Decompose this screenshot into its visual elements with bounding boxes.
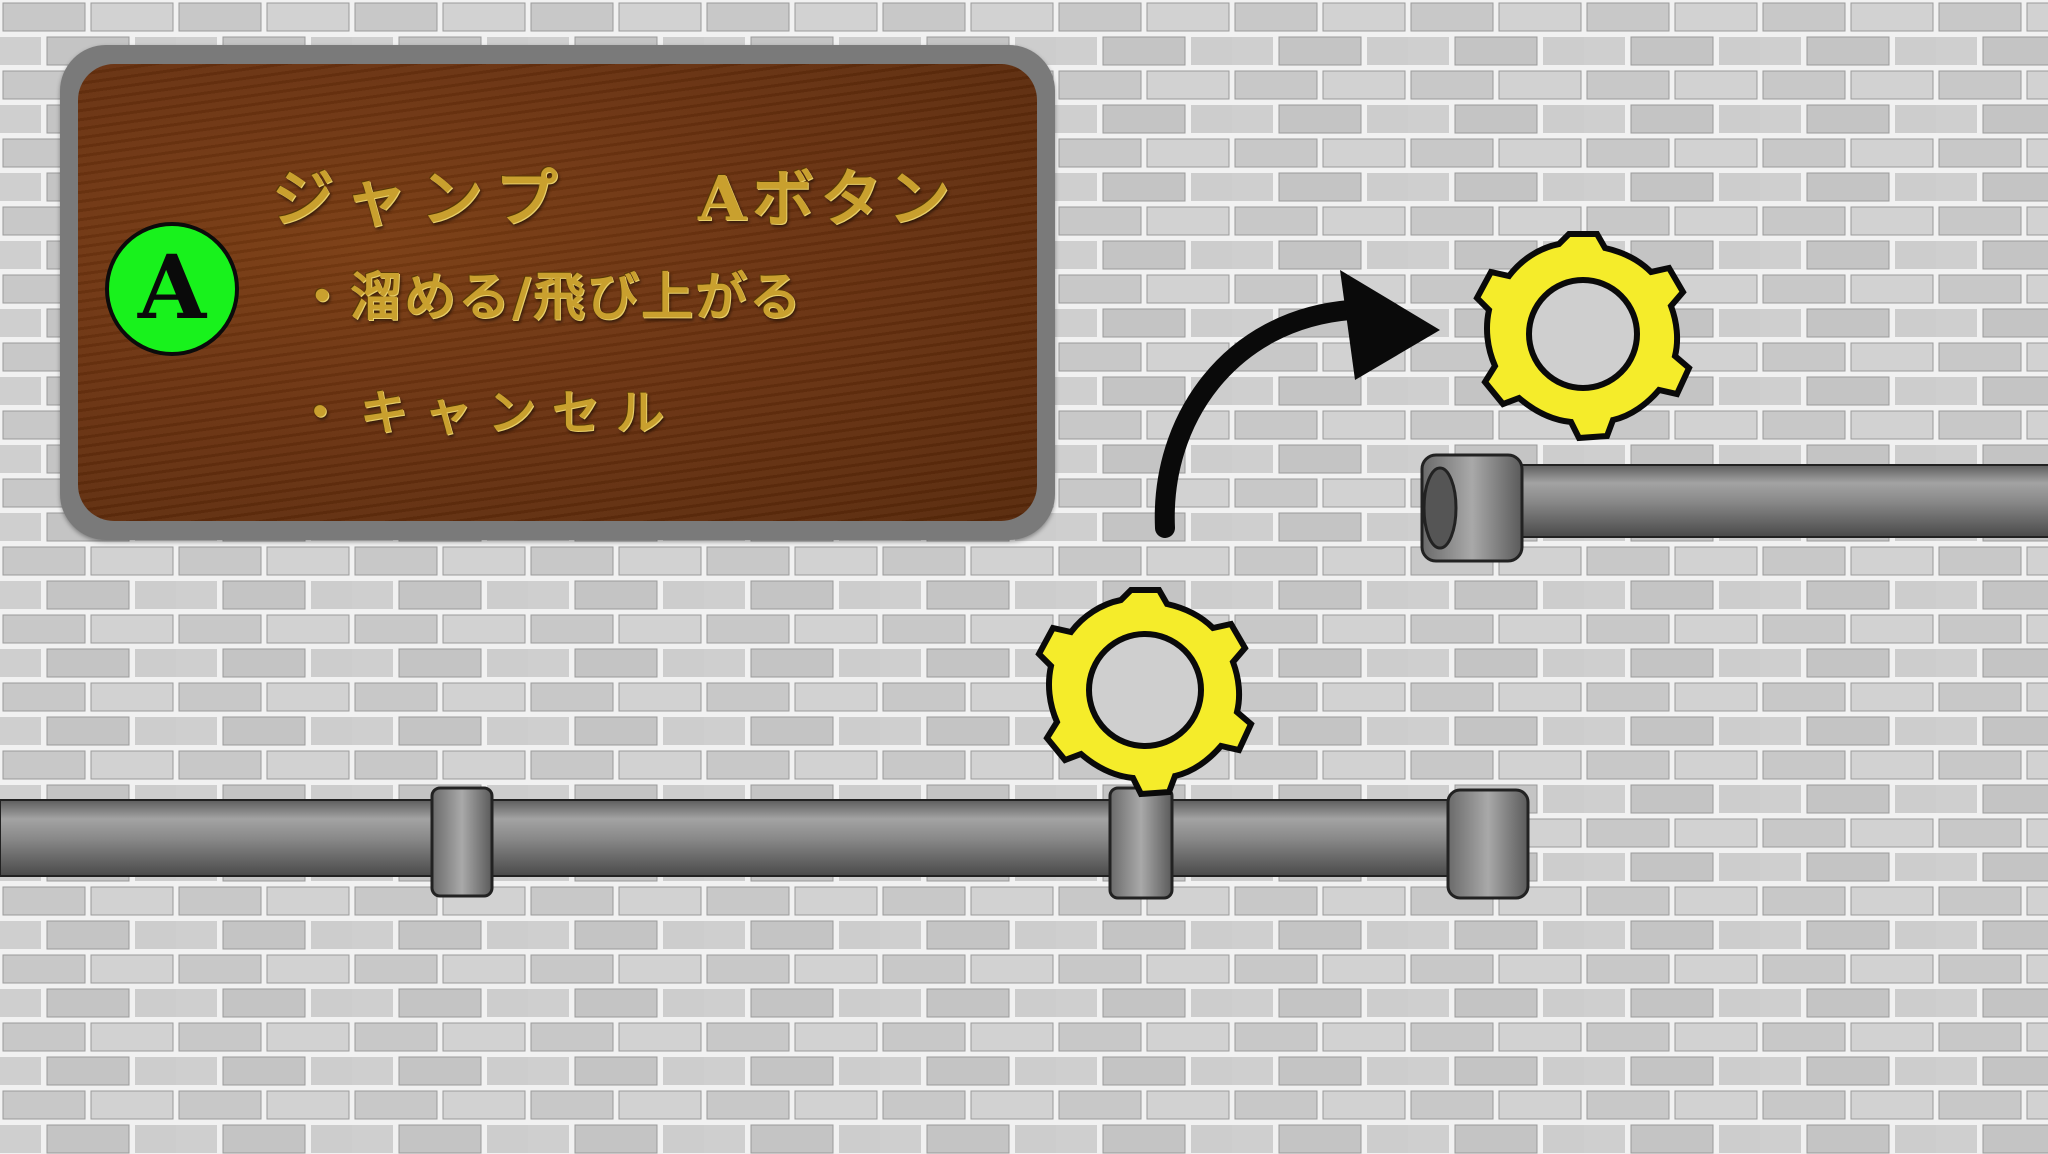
a-button-icon: A <box>105 222 239 356</box>
pipe-joint <box>1108 786 1174 900</box>
tutorial-line-charge-jump: ・溜める/飛び上がる <box>296 267 803 328</box>
pipe-end-cap <box>1446 788 1530 900</box>
tutorial-line-cancel: ・キャンセル <box>296 385 681 441</box>
pipe-joint <box>430 786 494 898</box>
tutorial-title-button: Aボタン <box>698 162 957 235</box>
tutorial-title-action: ジャンプ <box>272 162 572 235</box>
a-button-letter: A <box>137 235 207 339</box>
